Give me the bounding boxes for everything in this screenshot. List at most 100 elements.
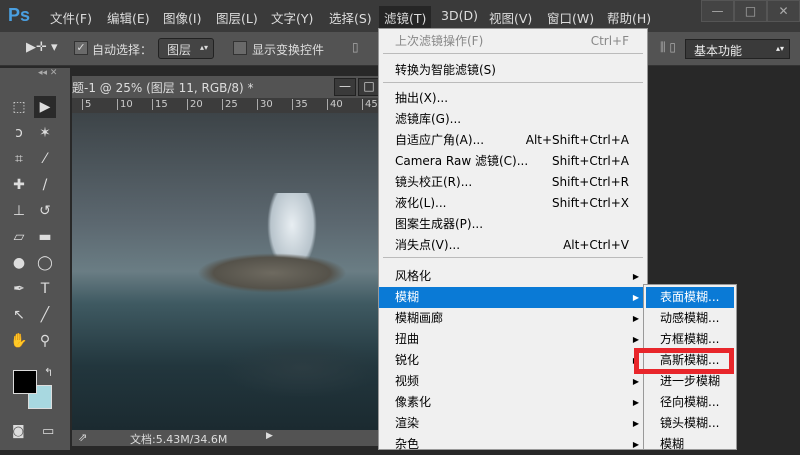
- filter-menu-item[interactable]: 锐化 ▶: [379, 350, 647, 371]
- blur-submenu-item[interactable]: 表面模糊...: [646, 287, 734, 308]
- menu-8[interactable]: 视图(V): [489, 8, 532, 27]
- menu-6[interactable]: 滤镜(T): [379, 6, 432, 29]
- crop-icon[interactable]: ⌗: [8, 148, 30, 170]
- menu-item-label: 扭曲: [395, 332, 420, 346]
- ruler-tick: 15: [152, 99, 168, 110]
- quick-mask-icon[interactable]: ◙: [12, 424, 25, 439]
- path-select-icon[interactable]: ↖: [8, 304, 30, 326]
- status-arrow-icon[interactable]: ▶: [266, 431, 273, 441]
- hand-icon[interactable]: ✋: [8, 330, 30, 352]
- blur-submenu-item[interactable]: 进一步模糊: [646, 371, 734, 392]
- window-controls: — □ ✕: [701, 0, 800, 24]
- filter-menu-item[interactable]: 扭曲 ▶: [379, 329, 647, 350]
- filter-menu-item[interactable]: 像素化 ▶: [379, 392, 647, 413]
- filter-menu-item[interactable]: 转换为智能滤镜(S): [379, 60, 647, 81]
- menu-4[interactable]: 文字(Y): [271, 8, 313, 27]
- history-brush-icon[interactable]: ↺: [34, 200, 56, 222]
- line-icon[interactable]: ╱: [34, 304, 56, 326]
- filter-menu-item[interactable]: Camera Raw 滤镜(C)... Shift+Ctrl+A: [379, 151, 647, 172]
- menu-item-label: 视频: [395, 374, 420, 388]
- menu-9[interactable]: 窗口(W): [547, 8, 594, 27]
- menu-item-shortcut: Shift+Ctrl+X: [552, 196, 629, 210]
- filter-menu-item[interactable]: 模糊 ▶: [379, 287, 647, 308]
- gradient-icon[interactable]: ▬: [34, 226, 56, 248]
- show-transform-checkbox[interactable]: [233, 41, 247, 55]
- menu-item-label: 消失点(V)...: [395, 238, 461, 252]
- canvas[interactable]: [72, 113, 382, 430]
- share-icon[interactable]: ⇗: [78, 431, 87, 444]
- magic-wand-icon[interactable]: ✶: [34, 122, 56, 144]
- healing-brush-icon[interactable]: ✚: [8, 174, 30, 196]
- eyedropper-icon[interactable]: ⁄: [34, 148, 56, 170]
- filter-menu-item[interactable]: 滤镜库(G)...: [379, 109, 647, 130]
- blur-submenu-item[interactable]: 模糊: [646, 434, 734, 455]
- filter-menu-item[interactable]: 模糊画廊 ▶: [379, 308, 647, 329]
- updown-icon: ▴▾: [199, 43, 208, 52]
- filter-menu-item[interactable]: 图案生成器(P)...: [379, 214, 647, 235]
- show-transform-label: 显示变换控件: [252, 43, 325, 57]
- menu-0[interactable]: 文件(F): [50, 8, 92, 27]
- filter-menu-item[interactable]: 镜头校正(R)... Shift+Ctrl+R: [379, 172, 647, 193]
- filter-menu-item[interactable]: 风格化 ▶: [379, 266, 647, 287]
- menu-7[interactable]: 3D(D): [441, 8, 478, 23]
- maximize-button[interactable]: □: [734, 0, 767, 22]
- menu-10[interactable]: 帮助(H): [607, 8, 651, 27]
- filter-menu-item[interactable]: 液化(L)... Shift+Ctrl+X: [379, 193, 647, 214]
- menu-item-shortcut: Shift+Ctrl+R: [551, 175, 629, 189]
- dodge-icon[interactable]: ◯: [34, 252, 56, 274]
- blur-submenu-item[interactable]: 方框模糊...: [646, 329, 734, 350]
- pen-icon[interactable]: ✒: [8, 278, 30, 300]
- brush-icon[interactable]: /: [34, 174, 56, 196]
- move-icon[interactable]: ▶: [34, 96, 56, 118]
- swap-colors-icon[interactable]: ↰: [44, 366, 53, 379]
- submenu-arrow-icon: ▶: [632, 440, 639, 449]
- stamp-icon[interactable]: ⊥: [8, 200, 30, 222]
- ruler-tick: 40: [327, 99, 343, 110]
- horizontal-ruler: 5 10 15 20 25 30 35 40 45: [72, 98, 382, 113]
- menu-item-shortcut: Alt+Shift+Ctrl+A: [525, 133, 629, 147]
- menu-item-shortcut: Alt+Ctrl+V: [563, 238, 629, 252]
- status-bar: ⇗ 文档:5.43M/34.6M ▶: [72, 430, 382, 446]
- menu-item-shortcut: Shift+Ctrl+A: [552, 154, 629, 168]
- blur-submenu-item[interactable]: 动感模糊...: [646, 308, 734, 329]
- document-title: 题-1 @ 25% (图层 11, RGB/8) *: [72, 81, 254, 95]
- menu-item-label: 像素化: [395, 395, 432, 409]
- blur-submenu-item[interactable]: 径向模糊...: [646, 392, 734, 413]
- doc-minimize-button[interactable]: —: [334, 78, 356, 96]
- menu-2[interactable]: 图像(I): [163, 8, 201, 27]
- minimize-button[interactable]: —: [701, 0, 734, 22]
- blur-icon[interactable]: ●: [8, 252, 30, 274]
- menu-item-label: 杂色: [395, 437, 420, 451]
- filter-menu-item[interactable]: 消失点(V)... Alt+Ctrl+V: [379, 235, 647, 256]
- auto-select-dropdown[interactable]: 图层 ▴▾: [158, 38, 214, 59]
- workspace-value: 基本功能: [694, 44, 743, 58]
- marquee-icon[interactable]: ⬚: [8, 96, 30, 118]
- filter-menu-item[interactable]: 抽出(X)...: [379, 88, 647, 109]
- filter-menu-item[interactable]: 杂色 ▶: [379, 434, 647, 455]
- filter-menu-item[interactable]: 视频 ▶: [379, 371, 647, 392]
- type-icon[interactable]: T: [34, 278, 56, 300]
- zoom-icon[interactable]: ⚲: [34, 330, 56, 352]
- menu-item-label: 风格化: [395, 269, 432, 283]
- document-tab[interactable]: 题-1 @ 25% (图层 11, RGB/8) * — □: [72, 76, 392, 98]
- filter-menu-item[interactable]: 自适应广角(A)... Alt+Shift+Ctrl+A: [379, 130, 647, 151]
- eraser-icon[interactable]: ▱: [8, 226, 30, 248]
- blur-submenu-item[interactable]: 镜头模糊...: [646, 413, 734, 434]
- lasso-icon[interactable]: ↄ: [8, 122, 30, 144]
- submenu-arrow-icon: ▶: [632, 293, 639, 302]
- menu-1[interactable]: 编辑(E): [107, 8, 150, 27]
- filter-menu-item[interactable]: 渲染 ▶: [379, 413, 647, 434]
- menu-5[interactable]: 选择(S): [329, 8, 372, 27]
- menu-item-label: 抽出(X)...: [395, 91, 449, 105]
- menu-3[interactable]: 图层(L): [216, 8, 258, 27]
- doc-restore-button[interactable]: □: [358, 78, 380, 96]
- close-button[interactable]: ✕: [767, 0, 800, 22]
- align-icon[interactable]: ▯: [352, 40, 359, 54]
- menu-item-label: 滤镜库(G)...: [395, 112, 462, 126]
- collapse-icon[interactable]: ◂◂ ✕: [38, 68, 57, 78]
- workspace-dropdown[interactable]: 基本功能 ▴▾: [685, 39, 790, 59]
- distribute-icon[interactable]: ⫼ ▯: [660, 40, 676, 55]
- move-tool-icon[interactable]: ▶✛ ▾: [26, 40, 58, 55]
- screen-mode-icon[interactable]: ▭: [42, 424, 54, 439]
- auto-select-checkbox[interactable]: ✓: [74, 41, 88, 55]
